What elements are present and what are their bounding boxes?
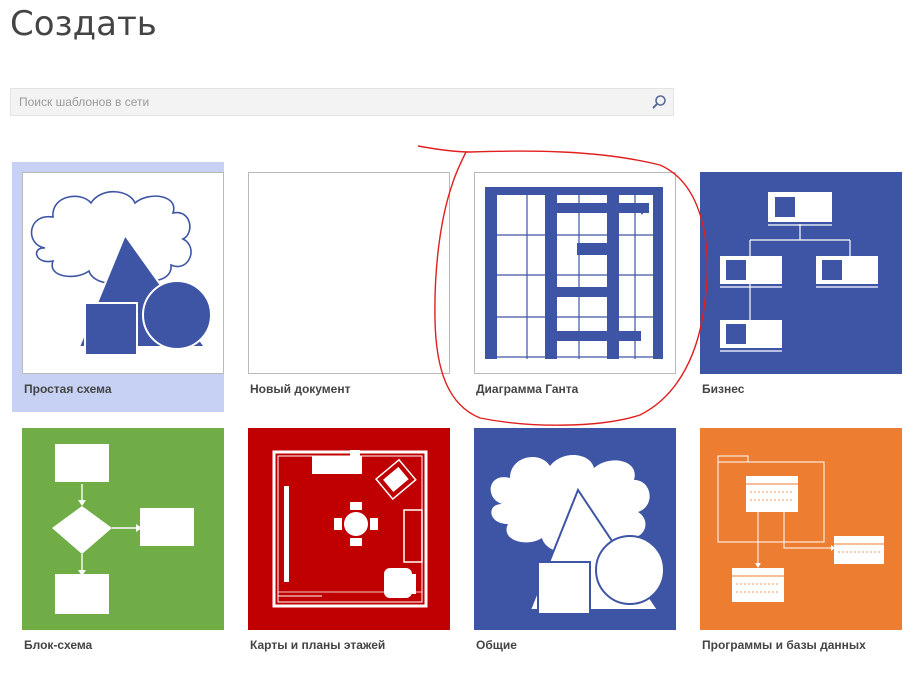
template-label: Блок-схема bbox=[24, 638, 93, 652]
template-label: Карты и планы этажей bbox=[250, 638, 386, 652]
template-software-databases[interactable]: Программы и базы данных bbox=[690, 418, 902, 668]
search-icon[interactable] bbox=[651, 94, 667, 110]
search-box[interactable] bbox=[10, 88, 674, 116]
template-label: Простая схема bbox=[24, 382, 112, 396]
general-thumbnail bbox=[474, 428, 676, 630]
blank-document-thumbnail bbox=[248, 172, 450, 374]
template-gantt-chart[interactable]: Диаграмма Ганта bbox=[464, 162, 676, 412]
gantt-chart-thumbnail bbox=[474, 172, 676, 374]
flowchart-thumbnail bbox=[22, 428, 224, 630]
page-title: Создать bbox=[10, 4, 157, 44]
template-label: Новый документ bbox=[250, 382, 351, 396]
software-database-thumbnail bbox=[700, 428, 902, 630]
floor-plan-thumbnail bbox=[248, 428, 450, 630]
template-flowchart[interactable]: Блок-схема bbox=[12, 418, 224, 668]
template-label: Общие bbox=[476, 638, 517, 652]
template-business[interactable]: Бизнес bbox=[690, 162, 902, 412]
template-basic-diagram[interactable]: Простая схема bbox=[12, 162, 224, 412]
search-input[interactable] bbox=[11, 89, 641, 115]
template-label: Программы и базы данных bbox=[702, 638, 866, 652]
template-label: Бизнес bbox=[702, 382, 745, 396]
template-new-document[interactable]: Новый документ bbox=[238, 162, 450, 412]
business-thumbnail bbox=[700, 172, 902, 374]
template-label: Диаграмма Ганта bbox=[476, 382, 579, 396]
basic-diagram-thumbnail bbox=[22, 172, 224, 374]
template-general[interactable]: Общие bbox=[464, 418, 676, 668]
template-maps-floor-plans[interactable]: Карты и планы этажей bbox=[238, 418, 450, 668]
